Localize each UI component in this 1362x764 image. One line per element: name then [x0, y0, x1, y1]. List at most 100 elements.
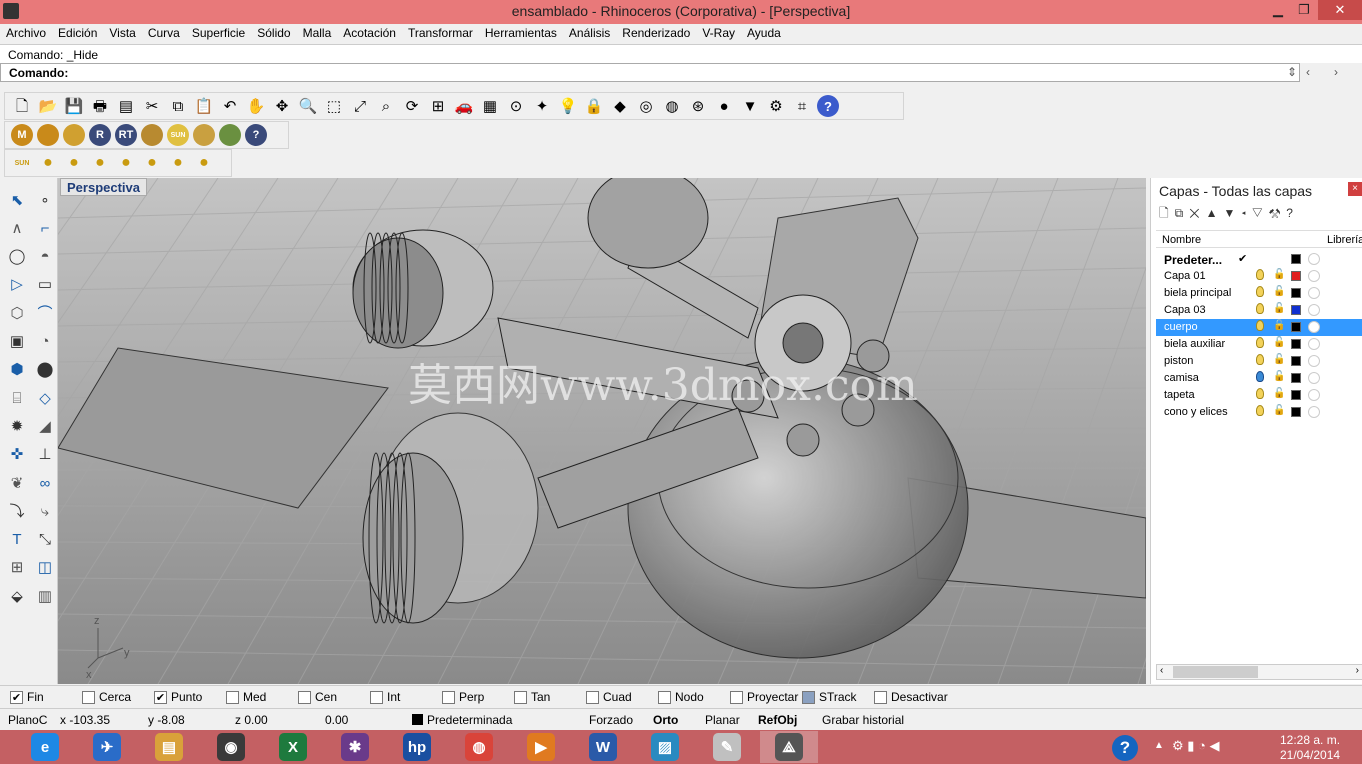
- open-folder-icon[interactable]: 📂: [37, 95, 59, 117]
- lock-icon[interactable]: 🔒: [583, 95, 605, 117]
- checkbox[interactable]: ✔: [10, 690, 23, 704]
- surface-icon[interactable]: ▣: [5, 330, 29, 354]
- maximize-button[interactable]: ❐: [1292, 0, 1316, 20]
- menu-ayuda[interactable]: Ayuda: [741, 24, 787, 40]
- help-tray-icon[interactable]: ?: [1112, 735, 1138, 761]
- layer-row[interactable]: Predeter... ✔: [1156, 251, 1362, 268]
- layer-material-icon[interactable]: [1308, 338, 1320, 350]
- checkbox[interactable]: [730, 690, 743, 704]
- cut-icon[interactable]: ✂: [141, 95, 163, 117]
- light-bulb-icon[interactable]: 💡: [557, 95, 579, 117]
- layer-row[interactable]: Capa 01 🔓: [1156, 268, 1362, 285]
- layer-material-icon[interactable]: [1308, 253, 1320, 265]
- group-icon[interactable]: ⊞: [5, 556, 29, 580]
- layer-lock-icon[interactable]: 🔓: [1273, 371, 1285, 382]
- layer-visible-icon[interactable]: [1256, 269, 1264, 280]
- render-color-icon[interactable]: ◆: [609, 95, 631, 117]
- layer-color-swatch[interactable]: [1291, 305, 1301, 315]
- close-button[interactable]: ✕: [1318, 0, 1362, 20]
- planar-toggle[interactable]: Planar: [705, 713, 740, 727]
- sphere-wire-icon[interactable]: ◍: [661, 95, 683, 117]
- taskbar-chrome-icon[interactable]: ◍: [450, 731, 508, 763]
- layer-lock-icon[interactable]: 🔓: [1273, 388, 1285, 399]
- osnap-int[interactable]: Int: [370, 690, 400, 704]
- text-icon[interactable]: T: [5, 528, 29, 552]
- rotate-icon[interactable]: ⟳: [401, 95, 423, 117]
- array-icon[interactable]: ∞: [33, 471, 57, 495]
- viewport-tab[interactable]: Perspectiva: [60, 178, 147, 196]
- layer-visible-icon[interactable]: [1256, 303, 1264, 314]
- layer-color-swatch[interactable]: [1291, 322, 1301, 332]
- checkbox[interactable]: [658, 690, 671, 704]
- taskbar-rocket-icon[interactable]: ✈: [78, 731, 136, 763]
- sphere-light-icon[interactable]: ●: [89, 152, 111, 174]
- delete-layer-icon[interactable]: ✕: [1189, 206, 1205, 220]
- menu-archivo[interactable]: Archivo: [0, 24, 52, 40]
- dimension-icon[interactable]: ▥: [33, 584, 57, 608]
- taskbar-eye-icon[interactable]: ◉: [202, 731, 260, 763]
- column-name[interactable]: Nombre: [1162, 234, 1201, 246]
- menu-edicin[interactable]: Edición: [52, 24, 103, 40]
- move-down-icon[interactable]: ▼: [1224, 206, 1242, 220]
- paste-icon[interactable]: 📋: [193, 95, 215, 117]
- minimize-button[interactable]: ▁: [1266, 0, 1290, 20]
- arc-icon[interactable]: ◓: [33, 245, 57, 269]
- print-icon[interactable]: 🖶: [89, 95, 111, 117]
- layer-row[interactable]: camisa 🔓: [1156, 370, 1362, 387]
- clock-date[interactable]: 21/04/2014: [1280, 748, 1340, 762]
- layer-row[interactable]: cono y elices 🔓: [1156, 404, 1362, 421]
- block-icon[interactable]: ◫: [33, 556, 57, 580]
- vray-help-icon[interactable]: ?: [245, 124, 267, 146]
- taskbar-explorer-icon[interactable]: ▤: [140, 731, 198, 763]
- taskbar-hp-icon[interactable]: hp: [388, 731, 446, 763]
- cplane-label[interactable]: PlanoC: [8, 713, 47, 727]
- layer-material-icon[interactable]: [1308, 389, 1320, 401]
- layer-row[interactable]: biela principal 🔓: [1156, 285, 1362, 302]
- layer-color-swatch[interactable]: [1291, 339, 1301, 349]
- help-icon[interactable]: ?: [817, 95, 839, 117]
- checkbox[interactable]: [586, 690, 599, 704]
- checkbox[interactable]: [802, 690, 815, 704]
- layer-row[interactable]: biela auxiliar 🔓: [1156, 336, 1362, 353]
- realtime-render-icon[interactable]: RT: [115, 124, 137, 146]
- tray-apps-icon[interactable]: ⚙ ▮ ◔ ◀: [1172, 738, 1220, 754]
- menu-anlisis[interactable]: Análisis: [563, 24, 616, 40]
- ies-light-icon[interactable]: ●: [141, 152, 163, 174]
- point-icon[interactable]: ∘: [33, 188, 57, 212]
- render-icon[interactable]: R: [89, 124, 111, 146]
- rect-light-icon[interactable]: ●: [167, 152, 189, 174]
- layer-color-swatch[interactable]: [1291, 288, 1301, 298]
- copy-icon[interactable]: ⧉: [167, 95, 189, 117]
- checkbox[interactable]: [226, 690, 239, 704]
- osnap-cen[interactable]: Cen: [298, 690, 337, 704]
- layer-lock-icon[interactable]: 🔓: [1273, 303, 1285, 314]
- direct-light-icon[interactable]: ●: [193, 152, 215, 174]
- record-history-toggle[interactable]: Grabar historial: [822, 713, 904, 727]
- mesh-sphere-icon[interactable]: ⊛: [687, 95, 709, 117]
- dome-light-icon[interactable]: ●: [115, 152, 137, 174]
- layer-row[interactable]: piston 🔓: [1156, 353, 1362, 370]
- checkbox[interactable]: [82, 690, 95, 704]
- layer-color-swatch[interactable]: [1291, 254, 1301, 264]
- layer-visible-icon[interactable]: [1256, 388, 1264, 399]
- layer-color-swatch[interactable]: [1291, 271, 1301, 281]
- menu-herramientas[interactable]: Herramientas: [479, 24, 563, 40]
- layer-visible-icon[interactable]: [1256, 337, 1264, 348]
- checkbox[interactable]: [442, 690, 455, 704]
- new-sublayer-icon[interactable]: ⧉: [1175, 206, 1190, 220]
- move-up-icon[interactable]: ▲: [1206, 206, 1224, 220]
- layer-material-icon[interactable]: [1308, 406, 1320, 418]
- layer-visible-icon[interactable]: [1256, 354, 1264, 365]
- tools-icon[interactable]: ⚒: [1269, 206, 1287, 220]
- zoom-window-icon[interactable]: ⬚: [323, 95, 345, 117]
- extrude-icon[interactable]: ⌸: [5, 386, 29, 410]
- box-solid-icon[interactable]: ⬢: [5, 358, 29, 382]
- taskbar-photos-icon[interactable]: ▨: [636, 731, 694, 763]
- column-library[interactable]: Librería: [1327, 234, 1362, 246]
- fillet-curve-icon[interactable]: ⌒: [33, 301, 57, 325]
- layer-material-icon[interactable]: [1308, 372, 1320, 384]
- new-file-icon[interactable]: 🗋: [11, 95, 33, 117]
- layer-row[interactable]: Capa 03 🔓: [1156, 302, 1362, 319]
- osnap-strack[interactable]: STrack: [802, 690, 857, 704]
- boolean-icon[interactable]: ❦: [5, 471, 29, 495]
